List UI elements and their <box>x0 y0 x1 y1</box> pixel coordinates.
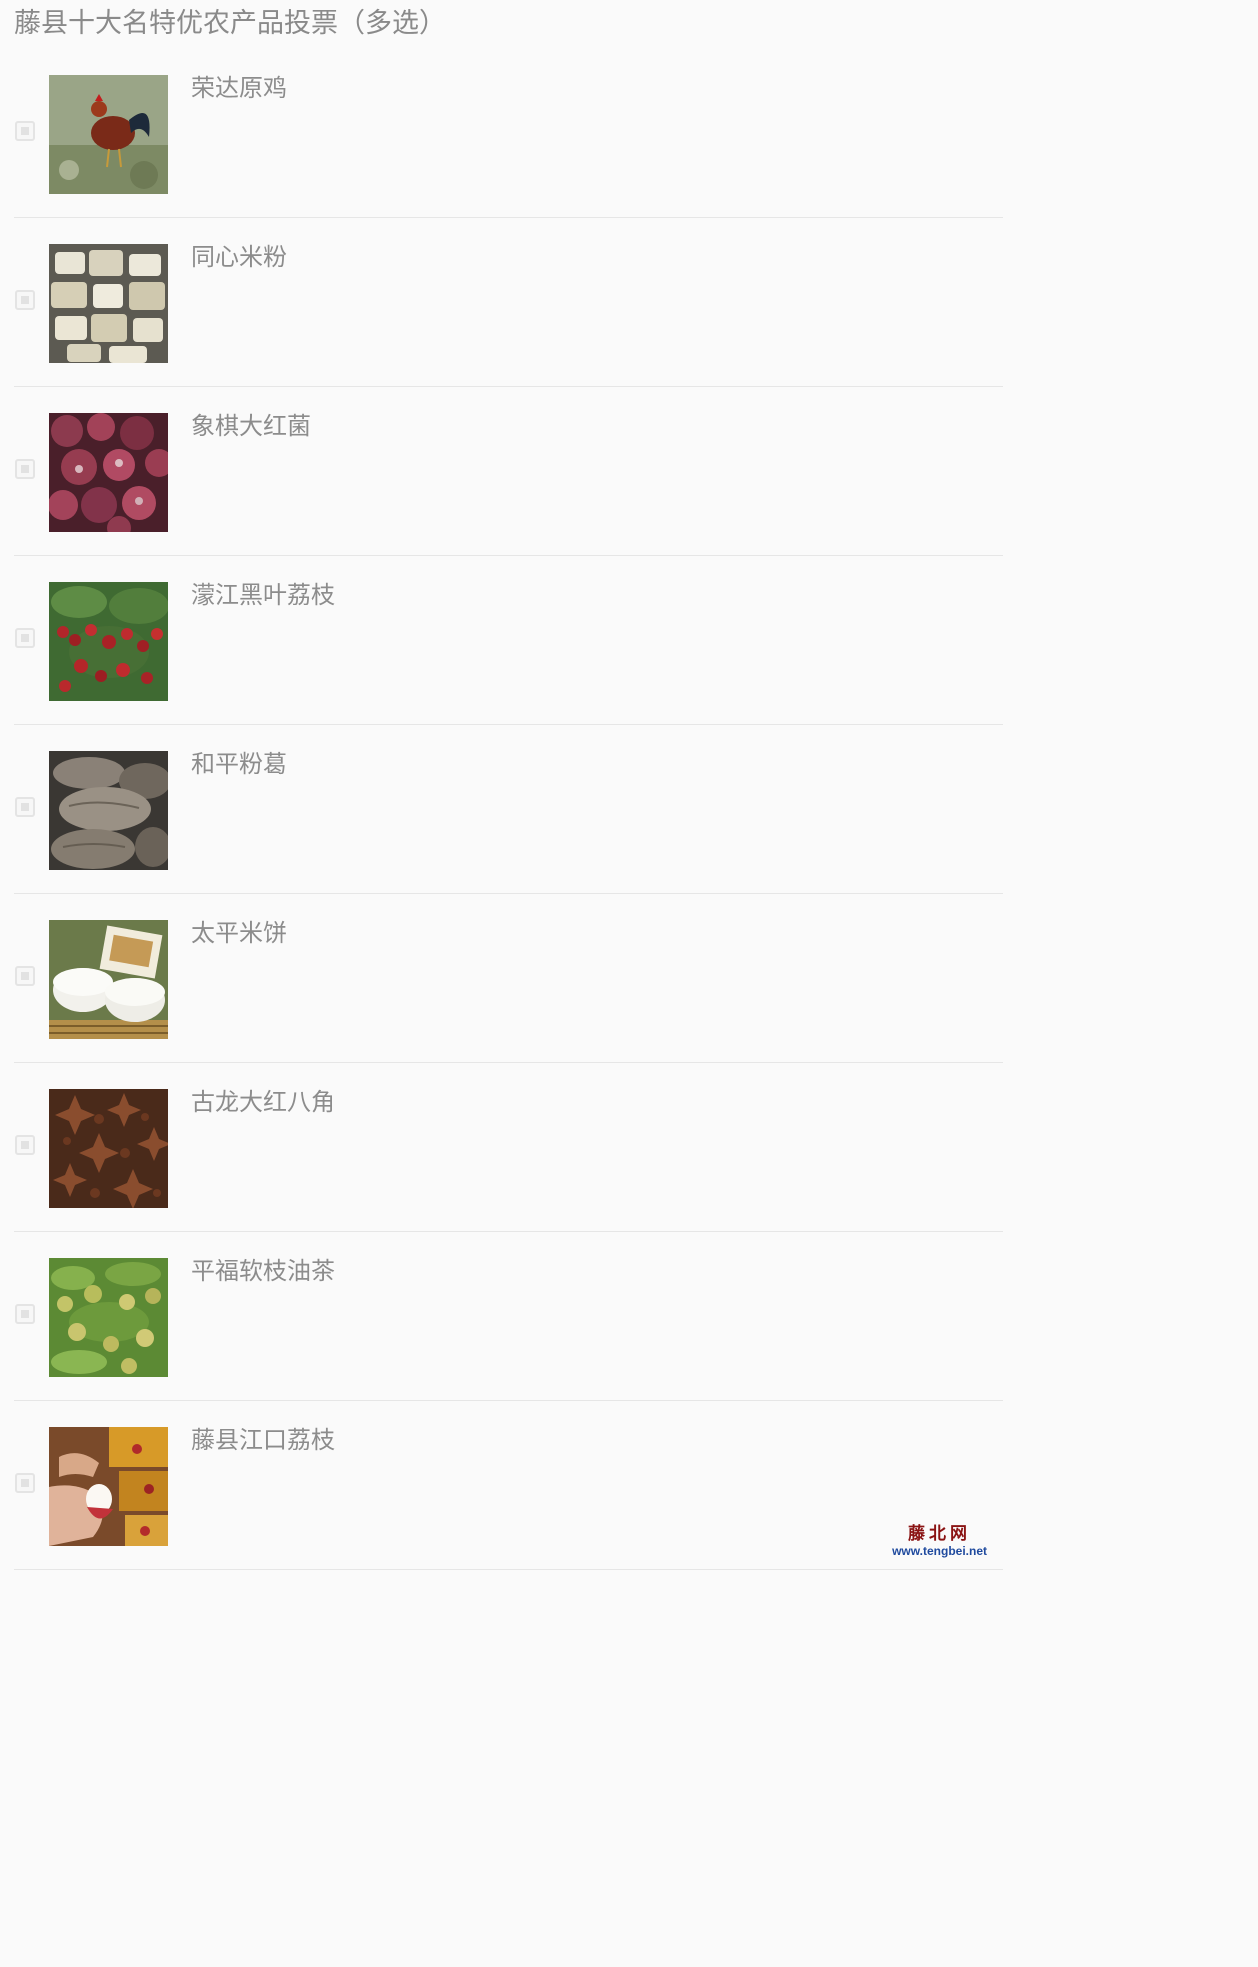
option-image <box>49 751 168 870</box>
list-item[interactable]: 象棋大红菌 <box>14 387 1003 556</box>
watermark-url: www.tengbei.net <box>892 1544 987 1558</box>
option-checkbox[interactable] <box>15 966 35 986</box>
list-item[interactable]: 藤县江口荔枝 <box>14 1401 1003 1570</box>
option-image <box>49 582 168 701</box>
list-item[interactable]: 濛江黑叶荔枝 <box>14 556 1003 725</box>
option-label: 荣达原鸡 <box>191 74 287 102</box>
option-image <box>49 1089 168 1208</box>
option-label: 象棋大红菌 <box>191 412 311 440</box>
option-checkbox[interactable] <box>15 797 35 817</box>
list-item[interactable]: 荣达原鸡 <box>14 49 1003 218</box>
option-image <box>49 413 168 532</box>
option-label: 太平米饼 <box>191 919 287 947</box>
option-image <box>49 920 168 1039</box>
vote-page: 藤县十大名特优农产品投票（多选） 荣达原鸡 同心米粉 象棋大红菌 濛江黑叶荔枝 … <box>0 0 1003 1570</box>
watermark-name: 藤北网 <box>908 1524 972 1544</box>
list-item[interactable]: 同心米粉 <box>14 218 1003 387</box>
list-item[interactable]: 太平米饼 <box>14 894 1003 1063</box>
page-title: 藤县十大名特优农产品投票（多选） <box>14 8 446 39</box>
list-item[interactable]: 古龙大红八角 <box>14 1063 1003 1232</box>
option-label: 藤县江口荔枝 <box>191 1426 335 1454</box>
option-checkbox[interactable] <box>15 628 35 648</box>
option-image <box>49 1427 168 1546</box>
option-checkbox[interactable] <box>15 1473 35 1493</box>
option-label: 濛江黑叶荔枝 <box>191 581 335 609</box>
list-item[interactable]: 平福软枝油茶 <box>14 1232 1003 1401</box>
option-image <box>49 75 168 194</box>
option-checkbox[interactable] <box>15 1135 35 1155</box>
option-image <box>49 1258 168 1377</box>
option-label: 平福软枝油茶 <box>191 1257 335 1285</box>
site-watermark: 藤北网 www.tengbei.net <box>892 1524 987 1558</box>
list-item[interactable]: 和平粉葛 <box>14 725 1003 894</box>
option-checkbox[interactable] <box>15 459 35 479</box>
option-label: 同心米粉 <box>191 243 287 271</box>
option-image <box>49 244 168 363</box>
option-checkbox[interactable] <box>15 1304 35 1324</box>
option-checkbox[interactable] <box>15 290 35 310</box>
option-list: 荣达原鸡 同心米粉 象棋大红菌 濛江黑叶荔枝 和平粉葛 太平米饼 古龙大红八角 … <box>0 49 1003 1570</box>
option-checkbox[interactable] <box>15 121 35 141</box>
option-label: 和平粉葛 <box>191 750 287 778</box>
option-label: 古龙大红八角 <box>191 1088 335 1116</box>
